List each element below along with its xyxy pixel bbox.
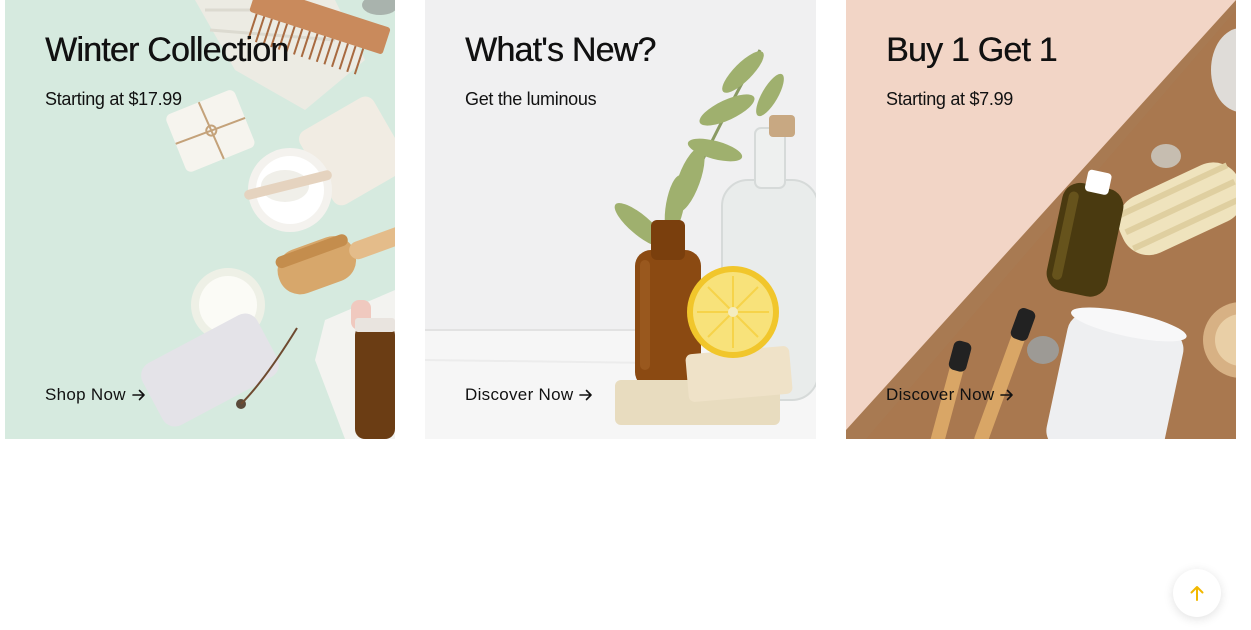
card-subtitle: Starting at $7.99 <box>886 89 1013 109</box>
link-label: Discover Now <box>886 385 995 404</box>
card-title: What's New? <box>465 31 656 69</box>
card-title: Winter Collection <box>45 31 289 69</box>
card-title: Buy 1 Get 1 <box>886 31 1058 69</box>
shop-now-link[interactable]: Shop Now <box>45 384 146 406</box>
link-label: Shop Now <box>45 385 126 404</box>
promo-card-buy-one-get-one[interactable]: Buy 1 Get 1 Starting at $7.99 Discover N… <box>846 0 1236 439</box>
arrow-right-icon <box>132 389 145 401</box>
discover-now-link[interactable]: Discover Now <box>465 384 593 406</box>
arrow-right-icon <box>1000 389 1014 401</box>
discover-now-link[interactable]: Discover Now <box>886 384 1014 406</box>
promo-card-winter-collection[interactable]: Winter Collection Starting at $17.99 Sho… <box>5 0 395 439</box>
arrow-right-icon <box>579 389 593 401</box>
scroll-to-top-button[interactable] <box>1173 569 1221 617</box>
promo-banner-section: Winter Collection Starting at $17.99 Sho… <box>0 0 1251 630</box>
link-label: Discover Now <box>465 385 574 404</box>
promo-card-whats-new[interactable]: What's New? Get the luminous Discover No… <box>425 0 816 439</box>
arrow-up-icon <box>1190 586 1204 601</box>
card-subtitle: Get the luminous <box>465 89 597 109</box>
card-subtitle: Starting at $17.99 <box>45 89 182 109</box>
